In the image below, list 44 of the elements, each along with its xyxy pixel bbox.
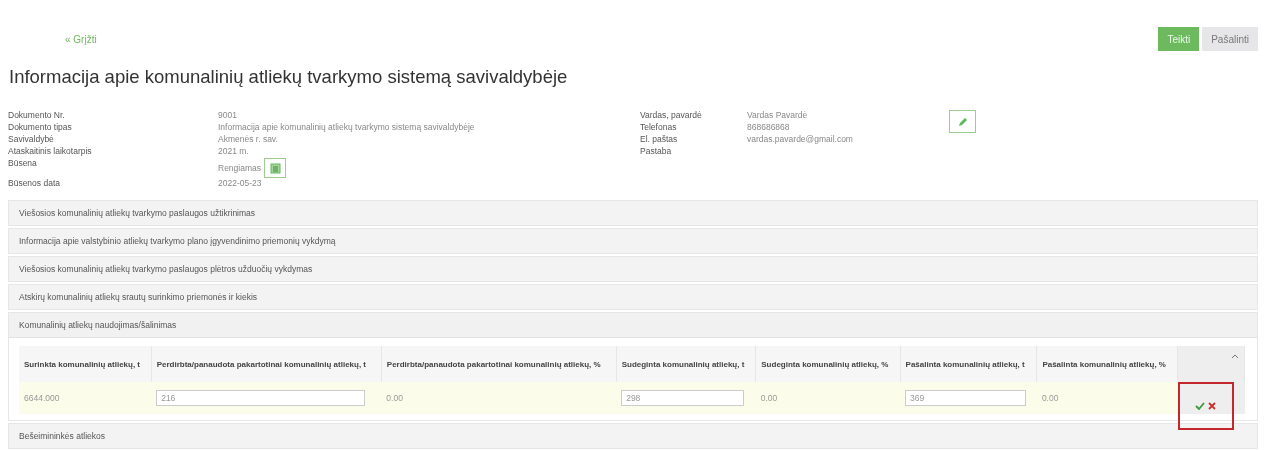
table-cell: 0.00 (760, 393, 778, 403)
field-label: Dokumento tipas (8, 122, 73, 132)
column-header: Sudeginta komunalinių atliekų, t (616, 346, 756, 382)
list-icon (269, 162, 281, 174)
column-header: Perdirbta/panaudota pakartotinai komunalinių atliekų, % (381, 346, 617, 382)
column-header: Surinkta komunalinių atliekų, t (19, 346, 152, 382)
pencil-icon (957, 116, 968, 127)
field-label: Savivaldybė (8, 134, 55, 144)
field-value: Akmenės r. sav. (218, 134, 278, 144)
table-cell: 0.00 (1041, 393, 1059, 403)
column-header: Pašalinta komunalinių atliekų, % (1036, 346, 1178, 382)
column-header: Sudeginta komunalinių atliekų, % (755, 346, 901, 382)
field-label: Ataskaitinis laikotarpis (8, 146, 93, 156)
close-icon[interactable] (1208, 402, 1216, 410)
table-cell: 0.00 (386, 393, 403, 403)
section-header[interactable]: Viešosios komunalinių atliekų tvarkymo paslaugos užtikrinimas (9, 201, 1257, 225)
field-label: Vardas, pavardė (640, 110, 703, 120)
field-value: vardas.pavarde@gmail.com (747, 134, 853, 144)
field-label: Dokumento Nr. (8, 110, 66, 120)
field-value: 2021 m. (218, 146, 249, 156)
field-value: Rengiamas (218, 163, 261, 173)
delete-button[interactable]: Pašalinti (1202, 27, 1258, 51)
section-header[interactable]: Viešosios komunalinių atliekų tvarkymo paslaugos plėtros užduočių vykdymas (9, 257, 1257, 281)
edit-button[interactable] (949, 110, 976, 133)
page-title: Informacija apie komunalinių atliekų tvarkymo sistemą savivaldybėje (9, 66, 569, 88)
field-label: Būsena (8, 158, 38, 168)
field-value: Vardas Pavardė (747, 110, 808, 120)
column-header: Perdirbta/panaudota pakartotinai komunalinių atliekų, t (151, 346, 382, 382)
section-header[interactable]: Bešeimininkės atliekos (9, 424, 1257, 448)
field-value: 9001 (218, 110, 237, 120)
check-icon[interactable] (1195, 402, 1205, 410)
section-header[interactable]: Atskirų komunalinių atliekų srautų surinkimo priemonės ir kiekis (9, 285, 1257, 309)
field-value: 868686868 (747, 122, 790, 132)
column-header: Pašalinta komunalinių atliekų, t (900, 346, 1037, 382)
section-header[interactable]: Informacija apie valstybinio atliekų tvarkymo plano įgyvendinimo priemonių vykdymą (9, 229, 1257, 253)
table-cell: 6644.000 (24, 393, 60, 403)
field-value: 2022-05-23 (218, 178, 262, 188)
field-label: Pastaba (640, 146, 673, 156)
field-value: Informacija apie komunalinių atliekų tvarkymo sistemą savivaldybėje (218, 122, 475, 132)
field-label: Būsenos data (8, 178, 61, 188)
field-label: El. paštas (640, 134, 679, 144)
chevron-up-icon[interactable] (1231, 354, 1239, 359)
field-label: Telefonas (640, 122, 678, 132)
history-button[interactable] (264, 158, 286, 178)
